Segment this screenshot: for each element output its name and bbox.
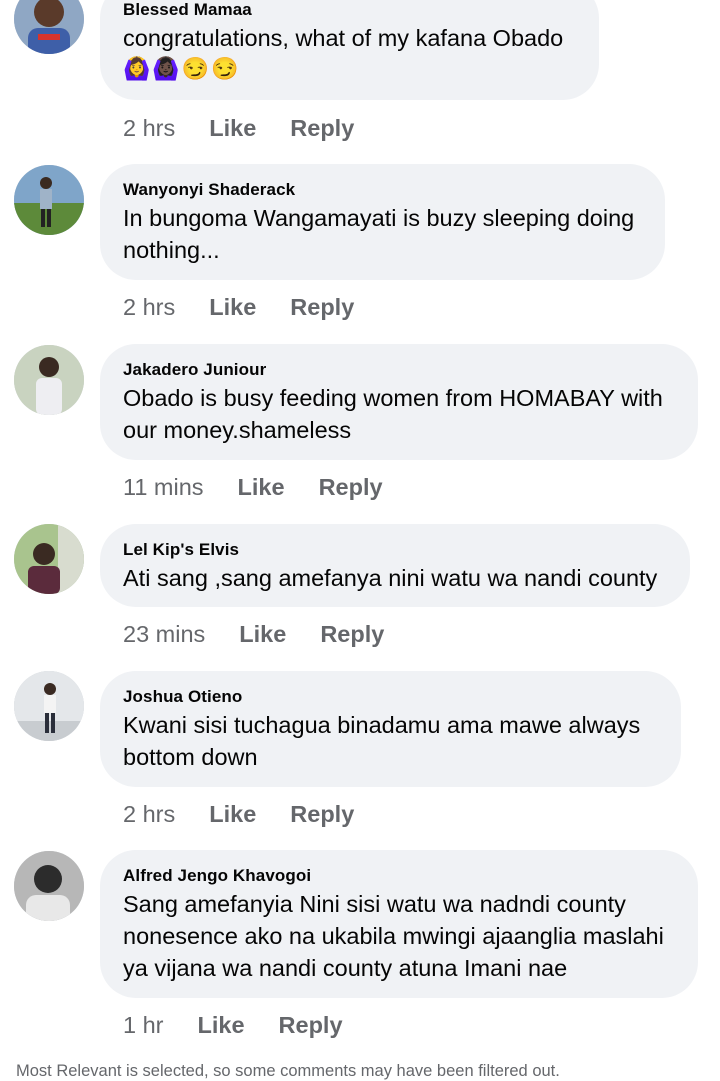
comment-time: 2 hrs (123, 801, 176, 827)
comment-time: 2 hrs (123, 294, 176, 320)
avatar[interactable] (14, 0, 84, 54)
comment-author[interactable]: Joshua Otieno (123, 687, 657, 707)
like-button[interactable]: Like (209, 291, 256, 323)
avatar[interactable] (14, 345, 84, 415)
comment-text: Sang amefanyia Nini sisi watu wa nadndi … (123, 891, 664, 981)
reply-button[interactable]: Reply (319, 471, 383, 503)
comment-actions: 11 mins Like Reply (123, 471, 383, 503)
comment-time: 1 hr (123, 1012, 164, 1038)
comment-bubble[interactable]: Joshua Otieno Kwani sisi tuchagua binada… (100, 671, 681, 787)
like-button[interactable]: Like (209, 112, 256, 144)
reply-button[interactable]: Reply (290, 291, 354, 323)
comment-text: congratulations, what of my kafana Obado (123, 25, 564, 51)
comment-text: Kwani sisi tuchagua binadamu ama mawe al… (123, 712, 641, 770)
comment-actions: 2 hrs Like Reply (123, 291, 354, 323)
comment-text: In bungoma Wangamayati is buzy sleeping … (123, 205, 635, 263)
comment-bubble[interactable]: Wanyonyi Shaderack In bungoma Wangamayat… (100, 164, 665, 280)
reply-button[interactable]: Reply (279, 1009, 343, 1041)
comment-author[interactable]: Wanyonyi Shaderack (123, 180, 641, 200)
comment-actions: 1 hr Like Reply (123, 1009, 343, 1041)
like-button[interactable]: Like (198, 1009, 245, 1041)
comment-time: 23 mins (123, 621, 206, 647)
comment-text: Obado is busy feeding women from HOMABAY… (123, 385, 663, 443)
like-button[interactable]: Like (239, 618, 286, 650)
comment-actions: 2 hrs Like Reply (123, 798, 354, 830)
reply-button[interactable]: Reply (290, 798, 354, 830)
comment-bubble[interactable]: Blessed Mamaa congratulations, what of m… (100, 0, 599, 100)
comment-emojis: 🙆‍♀️🙆🏿‍♀️😏😏 (123, 56, 241, 81)
comment-author[interactable]: Alfred Jengo Khavogoi (123, 866, 674, 886)
avatar[interactable] (14, 165, 84, 235)
comment-bubble[interactable]: Alfred Jengo Khavogoi Sang amefanyia Nin… (100, 850, 698, 998)
avatar[interactable] (14, 524, 84, 594)
comment-time: 11 mins (123, 474, 204, 500)
avatar[interactable] (14, 851, 84, 921)
like-button[interactable]: Like (238, 471, 285, 503)
comment-actions: 2 hrs Like Reply (123, 112, 354, 144)
comment-author[interactable]: Jakadero Juniour (123, 360, 674, 380)
comment-author[interactable]: Lel Kip's Elvis (123, 540, 666, 560)
comment-text: Ati sang ,sang amefanya nini watu wa nan… (123, 565, 658, 591)
comment-actions: 23 mins Like Reply (123, 618, 384, 650)
comment-author[interactable]: Blessed Mamaa (123, 0, 575, 20)
filter-notice: Most Relevant is selected, so some comme… (16, 1062, 560, 1080)
reply-button[interactable]: Reply (320, 618, 384, 650)
comment-bubble[interactable]: Lel Kip's Elvis Ati sang ,sang amefanya … (100, 524, 690, 607)
reply-button[interactable]: Reply (290, 112, 354, 144)
comment-bubble[interactable]: Jakadero Juniour Obado is busy feeding w… (100, 344, 698, 460)
comment-time: 2 hrs (123, 115, 176, 141)
like-button[interactable]: Like (209, 798, 256, 830)
avatar[interactable] (14, 671, 84, 741)
